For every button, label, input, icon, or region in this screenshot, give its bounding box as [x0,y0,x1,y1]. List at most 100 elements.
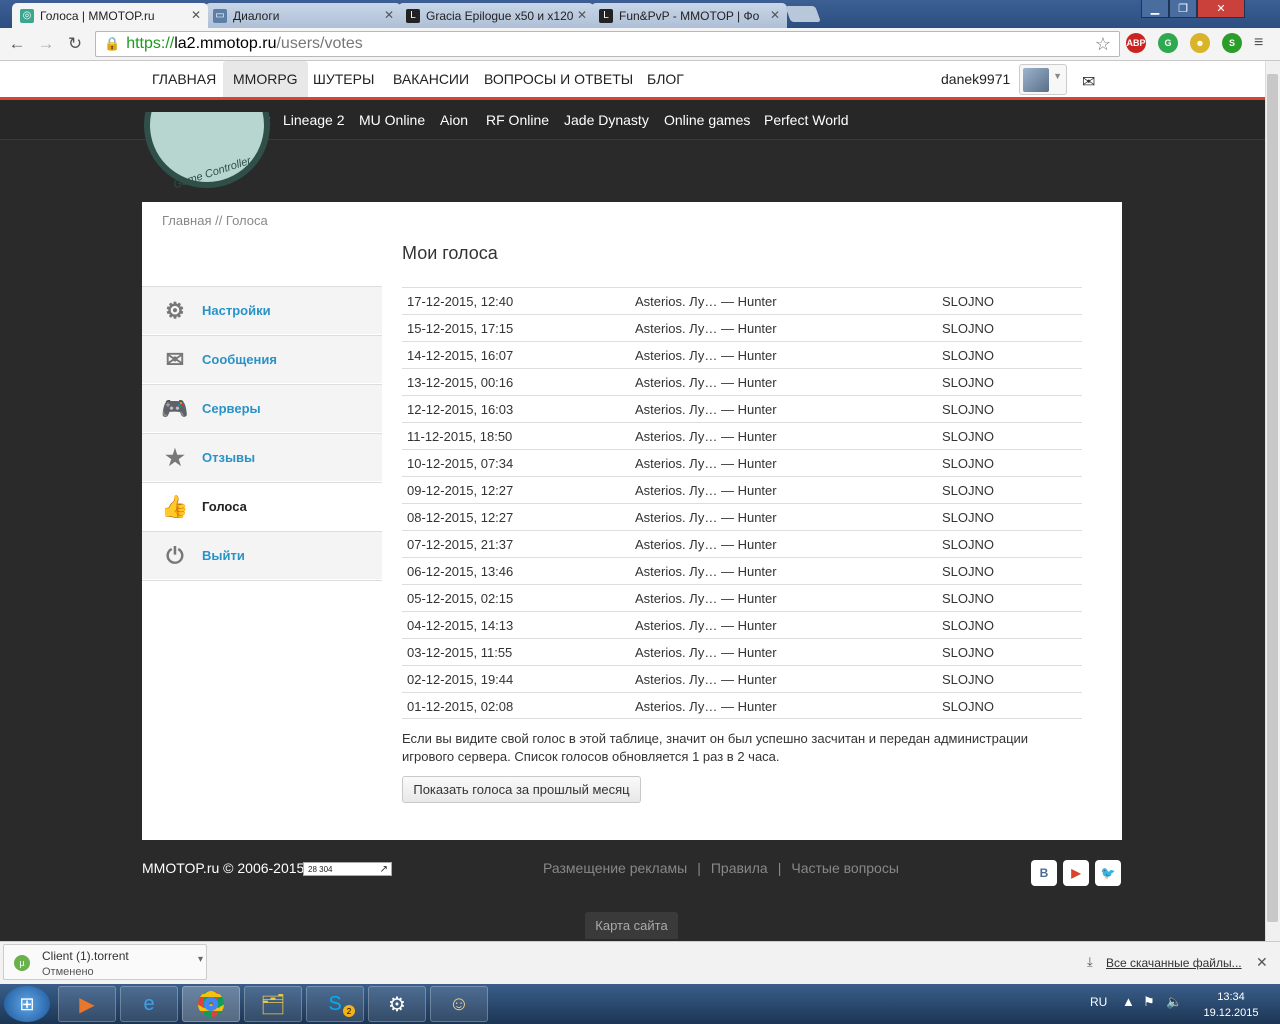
vote-player: SLOJNO [942,321,995,336]
sitemap-tab[interactable]: Карта сайта [585,912,678,939]
sidebar-item-servers[interactable]: 🎮 Серверы [142,384,382,432]
table-row: 11-12-2015, 18:50 Asterios. Лу… — Hunter S… [402,422,1082,449]
vote-date: 01-12-2015, 02:08 [407,699,514,714]
close-icon[interactable]: ✕ [191,8,201,22]
vote-server: Asterios. Лу… — Hunter [635,537,777,552]
close-icon[interactable]: ✕ [384,8,394,22]
windows-taskbar: ⊞ ▶ e 🗂 S2 ⚙ ☺ RU ▲ ⚑ 🔈 13:34 19.12.2015 [0,984,1280,1024]
youtube-icon[interactable]: ▶ [1063,860,1089,886]
nav-mmorpg[interactable]: MMORPG [223,61,308,97]
table-row: 05-12-2015, 02:15 Asterios. Лу… — Hunter S… [402,584,1082,611]
scrollbar-thumb[interactable] [1267,74,1278,922]
footer-link-faq[interactable]: Частые вопросы [791,860,899,876]
language-indicator[interactable]: RU [1090,995,1107,1009]
nav-qa[interactable]: ВОПРОСЫ И ОТВЕТЫ [474,61,643,97]
vote-player: SLOJNO [942,618,995,633]
twitter-icon[interactable]: 🐦 [1095,860,1121,886]
game-nav-aion[interactable]: Aion [440,100,468,140]
footer-link-ads[interactable]: Размещение рекламы [543,860,687,876]
sidebar-item-logout[interactable]: ⏻ Выйти [142,531,382,579]
nav-blog[interactable]: БЛОГ [637,61,694,97]
prev-month-button[interactable]: Показать голоса за прошлый месяц [402,776,641,803]
game-launcher-icon[interactable]: ☺ [430,986,488,1022]
extension-green-icon[interactable]: G [1158,33,1178,53]
page-title: Мои голоса [402,243,498,263]
vote-server: Asterios. Лу… — Hunter [635,618,777,633]
flag-icon[interactable]: ⚑ [1143,994,1155,1010]
game-nav-rf-online[interactable]: RF Online [486,100,549,140]
mail-icon[interactable]: ✉ [1082,72,1095,92]
table-row: 08-12-2015, 12:27 Asterios. Лу… — Hunter S… [402,503,1082,530]
breadcrumb: Главная // Голоса [162,213,268,228]
tab-votes[interactable]: ◎ Голоса | MMOTOP.ru ✕ [12,3,208,28]
extension-owl-icon[interactable]: ☻ [1190,33,1210,53]
vote-player: SLOJNO [942,348,995,363]
votes-note: Если вы видите свой голос в этой таблице… [402,731,1029,764]
game-nav-perfect-world[interactable]: Perfect World [764,100,849,140]
steam-icon[interactable]: ⚙ [368,986,426,1022]
forward-button[interactable]: → [35,33,57,55]
vote-server: Asterios. Лу… — Hunter [635,321,777,336]
windows-start-icon[interactable]: ⊞ [4,986,50,1022]
footer-link-rules[interactable]: Правила [711,860,768,876]
table-row: 01-12-2015, 02:08 Asterios. Лу… — Hunter S… [402,692,1082,719]
adblock-icon[interactable]: ABP [1126,33,1146,53]
chevron-down-icon[interactable]: ▾ [198,954,203,965]
vote-player: SLOJNO [942,483,995,498]
vk-icon[interactable]: В [1031,860,1057,886]
clock[interactable]: 13:34 19.12.2015 [1196,989,1266,1021]
tab-funpvp[interactable]: L Fun&PvP - MMOTOP | Фо ✕ [591,3,787,28]
sidebar-item-settings[interactable]: ⚙ Настройки [142,286,382,334]
vote-date: 11-12-2015, 18:50 [407,429,513,444]
explorer-icon[interactable]: 🗂 [244,986,302,1022]
nav-vacancies[interactable]: ВАКАНСИИ [383,61,479,97]
close-icon[interactable]: ✕ [1256,954,1268,971]
vote-date: 09-12-2015, 12:27 [407,483,514,498]
ie-icon[interactable]: e [120,986,178,1022]
vote-player: SLOJNO [942,537,995,552]
sidebar-item-votes[interactable]: 👍 Голоса [142,482,382,530]
tab-gracia[interactable]: L Gracia Epilogue x50 и x120 ✕ [398,3,594,28]
game-nav-lineage2[interactable]: Lineage 2 [283,100,345,140]
vote-server: Asterios. Лу… — Hunter [635,483,777,498]
chrome-icon[interactable] [182,986,240,1022]
visit-counter[interactable]: 28 304 ↗ [303,862,392,876]
game-nav-online-games[interactable]: Online games [664,100,750,140]
new-tab-button[interactable] [785,6,821,22]
window-close-button[interactable]: ✕ [1197,0,1245,18]
tray-expand-icon[interactable]: ▲ [1122,994,1135,1009]
menu-icon[interactable]: ≡ [1254,34,1263,52]
table-row: 06-12-2015, 13:46 Asterios. Лу… — Hunter S… [402,557,1082,584]
address-bar[interactable]: 🔒 https://la2.mmotop.ru/users/votes ☆ [95,31,1120,57]
nav-home[interactable]: ГЛАВНАЯ [143,61,225,97]
tab-dialogs[interactable]: ▭ Диалоги ✕ [205,3,401,28]
vote-date: 17-12-2015, 12:40 [407,294,514,309]
bookmark-star-icon[interactable]: ☆ [1095,34,1111,55]
reload-button[interactable]: ↻ [64,33,86,55]
back-button[interactable]: ← [6,33,28,55]
nav-shooters[interactable]: ШУТЕРЫ [303,61,384,97]
avatar-dropdown[interactable]: ▼ [1019,64,1067,95]
skype-icon[interactable]: S2 [306,986,364,1022]
site-logo[interactable]: Game Controller [142,112,272,192]
game-nav-mu-online[interactable]: MU Online [359,100,425,140]
copyright: MMOTOP.ru © 2006-2015 [142,860,305,876]
close-icon[interactable]: ✕ [577,8,587,22]
close-icon[interactable]: ✕ [770,8,780,22]
all-downloads-link[interactable]: Все скачанные файлы... [1106,956,1242,970]
envelope-icon: ✉ [165,346,185,372]
gamepad-icon: 🎮 [161,395,189,421]
vote-player: SLOJNO [942,402,995,417]
sidebar-item-messages[interactable]: ✉ Сообщения [142,335,382,383]
sidebar-item-reviews[interactable]: ★ Отзывы [142,433,382,481]
mmotop-icon: ◎ [20,8,34,23]
maximize-button[interactable]: ❐ [1169,0,1197,18]
minimize-button[interactable]: ▁ [1141,0,1169,18]
volume-icon[interactable]: 🔈 [1166,994,1182,1010]
username-link[interactable]: danek9971 [941,71,1010,87]
download-item[interactable]: µ Client (1).torrent Отменено ▾ [3,944,207,980]
game-nav-jade-dynasty[interactable]: Jade Dynasty [564,100,649,140]
media-player-icon[interactable]: ▶ [58,986,116,1022]
extension-s-icon[interactable]: S [1222,33,1242,53]
vote-date: 06-12-2015, 13:46 [407,564,514,579]
